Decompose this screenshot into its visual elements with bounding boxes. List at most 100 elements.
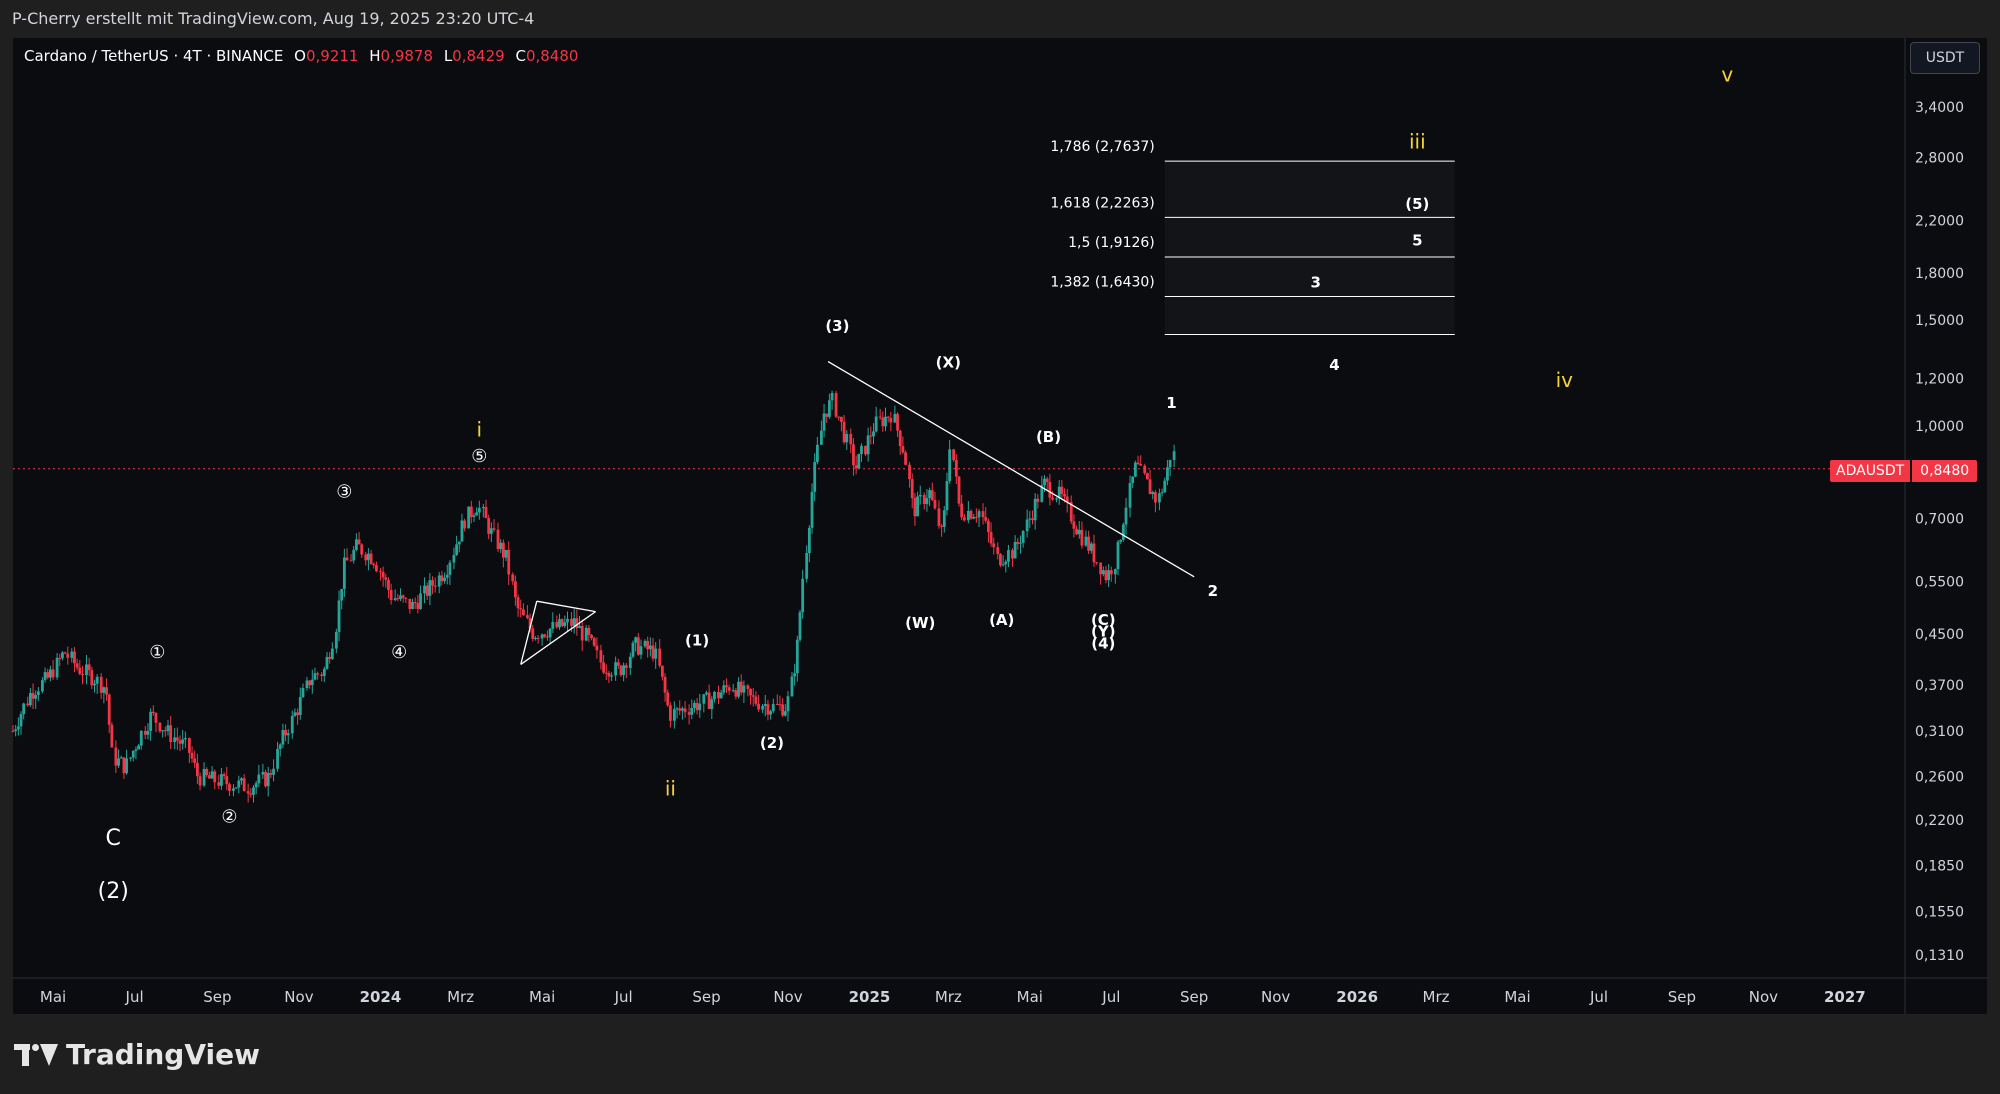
candle [1031, 510, 1034, 525]
candle [660, 665, 664, 681]
candle [1172, 444, 1176, 468]
candle [81, 666, 84, 685]
candle [276, 741, 279, 772]
candle [281, 723, 285, 749]
candle [516, 594, 520, 617]
candle [908, 461, 911, 488]
candle [463, 518, 467, 532]
candle [1048, 473, 1052, 506]
candle [290, 710, 294, 739]
candle [1011, 548, 1014, 567]
candle [551, 612, 555, 634]
candle [46, 668, 50, 680]
candle [187, 737, 191, 764]
candle [181, 729, 185, 750]
candle [1016, 538, 1020, 550]
symbol-title: Cardano / TetherUS · 4T · BINANCE [24, 47, 284, 65]
candle [379, 567, 382, 581]
candle [178, 735, 182, 752]
currency-button[interactable]: USDT [1910, 42, 1980, 74]
fib-level-label: 1,382 (1,6430) [1050, 275, 1154, 291]
candle [284, 724, 287, 742]
price-tag-value: 0,8480 [1912, 460, 1978, 482]
candle [232, 784, 235, 797]
candle [898, 429, 902, 455]
candle [918, 485, 922, 505]
candle [624, 662, 628, 679]
candle [845, 430, 849, 450]
time-axis-tick-label: 2027 [1824, 988, 1866, 1006]
wave-label: 4 [1329, 356, 1339, 374]
time-axis-tick-label: 2026 [1336, 988, 1378, 1006]
candle [610, 672, 613, 682]
candle [272, 759, 275, 782]
candle [695, 697, 699, 715]
footer [0, 1014, 2000, 1094]
candle [969, 509, 973, 520]
price-chart[interactable]: 4,00003,40002,80002,20001,80001,50001,20… [0, 0, 2000, 1094]
candle [592, 636, 596, 647]
price-axis-tick-label: 0,1850 [1915, 858, 1964, 874]
candle [884, 407, 887, 432]
candle [61, 651, 64, 661]
candle [775, 694, 779, 706]
candle [14, 724, 18, 737]
candle [119, 755, 123, 759]
candle [607, 670, 611, 684]
candle [63, 651, 67, 655]
candle [107, 693, 111, 734]
candle [1033, 493, 1037, 530]
candle [1065, 488, 1069, 513]
candle [293, 708, 297, 717]
symbol-legend: Cardano / TetherUS · 4T · BINANCE O0,921… [24, 47, 578, 65]
candle [1084, 530, 1088, 547]
candle [261, 763, 265, 779]
tradingview-logo[interactable]: TradingView [14, 1038, 260, 1071]
time-axis-tick-label: Jul [125, 988, 144, 1006]
candle [830, 390, 834, 410]
price-axis-tick-label: 1,0000 [1915, 419, 1964, 435]
candle [546, 630, 549, 641]
candle [237, 775, 241, 794]
candle [604, 664, 608, 681]
candle [467, 506, 471, 529]
price-axis-tick-label: 1,8000 [1915, 266, 1964, 282]
candle [1128, 475, 1132, 518]
candle [416, 595, 420, 614]
candle [996, 542, 1000, 560]
time-axis-tick-label: Sep [692, 988, 720, 1006]
low-value: 0,8429 [452, 47, 505, 65]
candle [690, 699, 694, 720]
candle [992, 537, 996, 555]
fib-level-label: 1,786 (2,7637) [1050, 139, 1154, 155]
candle [999, 552, 1002, 568]
candle [739, 674, 743, 696]
candle [587, 624, 591, 642]
candle [942, 506, 946, 533]
candle [1139, 455, 1143, 466]
candle [408, 598, 412, 614]
candle [842, 415, 846, 445]
candle [1121, 522, 1125, 542]
candle [149, 708, 153, 741]
trendline [536, 600, 596, 613]
candle [881, 411, 885, 432]
time-axis-tick-label: Jul [1589, 988, 1608, 1006]
candle [801, 569, 805, 619]
candle [981, 503, 985, 525]
candle [1148, 469, 1152, 495]
candle [401, 594, 405, 603]
candle [1080, 521, 1084, 549]
time-axis-tick-label: Jul [1101, 988, 1120, 1006]
candle [534, 636, 537, 641]
candle [989, 522, 993, 547]
wave-label: 1 [1166, 394, 1176, 412]
price-axis-tick-label: 1,5000 [1915, 313, 1964, 329]
price-axis-tick-label: 0,7000 [1915, 512, 1964, 528]
time-axis-tick-label: Mai [1504, 988, 1530, 1006]
candle [742, 680, 746, 703]
candle [316, 671, 320, 680]
candle [31, 683, 35, 710]
candle [117, 749, 120, 769]
candle [16, 717, 20, 736]
